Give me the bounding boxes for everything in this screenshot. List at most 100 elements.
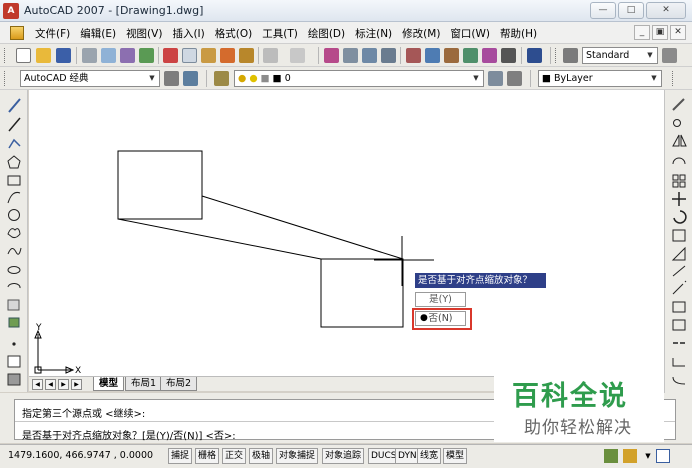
layer-combo[interactable]: ● ● ■ ■ 0 ▼ bbox=[234, 70, 484, 87]
ucs-x-label: X bbox=[75, 366, 81, 376]
lineweight-button[interactable]: 线宽 bbox=[417, 448, 442, 464]
text-style-icon[interactable] bbox=[563, 48, 578, 63]
doc-close-button[interactable]: ✕ bbox=[670, 25, 686, 40]
menu-item-5[interactable]: 工具(T) bbox=[257, 26, 303, 41]
menu-item-0[interactable]: 文件(F) bbox=[30, 26, 75, 41]
menu-item-1[interactable]: 编辑(E) bbox=[75, 26, 121, 41]
ortho-button[interactable]: 正交 bbox=[222, 448, 247, 464]
3d-dwf-icon[interactable] bbox=[139, 48, 154, 63]
save-icon[interactable] bbox=[56, 48, 71, 63]
zoom-previous-icon[interactable] bbox=[381, 48, 396, 63]
lock-toolbar-icon[interactable] bbox=[623, 449, 637, 463]
redo-icon[interactable] bbox=[290, 48, 305, 63]
doc-minimize-button[interactable]: _ bbox=[634, 25, 650, 40]
drawing-canvas[interactable]: Y X bbox=[29, 90, 664, 376]
text-style-combo[interactable]: Standard ▼ bbox=[582, 47, 658, 64]
dimension-style-icon[interactable] bbox=[662, 48, 677, 63]
snap-button[interactable]: 捕捉 bbox=[168, 448, 193, 464]
make-current-layer-icon[interactable] bbox=[488, 71, 503, 86]
previous-tab-icon[interactable]: ◀ bbox=[45, 379, 56, 390]
text-style-value: Standard bbox=[586, 50, 630, 61]
polar-button[interactable]: 极轴 bbox=[249, 448, 274, 464]
save-workspace-icon[interactable] bbox=[183, 71, 198, 86]
comm-center-icon[interactable] bbox=[604, 449, 618, 463]
zoom-window-icon[interactable] bbox=[362, 48, 377, 63]
copy-icon[interactable] bbox=[182, 48, 197, 63]
menu-item-4[interactable]: 格式(O) bbox=[210, 26, 257, 41]
undo-icon[interactable] bbox=[263, 48, 278, 63]
option-yes[interactable]: 是(Y) bbox=[415, 292, 466, 307]
toolbar-grip[interactable] bbox=[555, 48, 558, 63]
workspace-combo[interactable]: AutoCAD 经典 ▼ bbox=[20, 70, 160, 87]
first-tab-icon[interactable]: ◀ bbox=[32, 379, 43, 390]
tab-layout2[interactable]: 布局2 bbox=[160, 377, 198, 391]
polyline-icon bbox=[8, 138, 21, 149]
ellipse-arc-icon bbox=[7, 283, 21, 289]
source-rectangle bbox=[117, 150, 203, 220]
move-icon bbox=[672, 192, 686, 206]
plot-icon[interactable] bbox=[82, 48, 97, 63]
clean-screen-icon[interactable] bbox=[656, 449, 670, 463]
osnap-button[interactable]: 对象捕捉 bbox=[276, 448, 319, 464]
layer-previous-icon[interactable] bbox=[507, 71, 522, 86]
draw-toolbar bbox=[0, 90, 28, 392]
menu-item-3[interactable]: 插入(I) bbox=[167, 26, 209, 41]
block-editor-icon[interactable] bbox=[239, 48, 254, 63]
match-properties-icon[interactable] bbox=[220, 48, 235, 63]
bulb-icon: ● bbox=[238, 73, 247, 84]
menu-item-8[interactable]: 修改(M) bbox=[397, 26, 445, 41]
grid-button[interactable]: 栅格 bbox=[195, 448, 220, 464]
tab-model[interactable]: 模型 bbox=[93, 377, 125, 391]
cut-icon[interactable] bbox=[163, 48, 178, 63]
toolbar-grip[interactable] bbox=[672, 71, 675, 86]
publish-icon[interactable] bbox=[120, 48, 135, 63]
last-tab-icon[interactable]: ▶ bbox=[71, 379, 82, 390]
color-combo[interactable]: ■ ByLayer ▼ bbox=[538, 70, 662, 87]
toolbar-grip[interactable] bbox=[4, 71, 7, 86]
chevron-down-icon[interactable]: ▼ bbox=[644, 49, 656, 62]
make-block-icon bbox=[8, 317, 20, 328]
doc-restore-button[interactable]: ▣ bbox=[652, 25, 668, 40]
chevron-down-icon[interactable]: ▼ bbox=[146, 72, 158, 85]
maximize-button[interactable]: □ bbox=[618, 2, 644, 19]
document-icon[interactable] bbox=[10, 26, 24, 40]
menu-item-7[interactable]: 标注(N) bbox=[350, 26, 397, 41]
dyn-button[interactable]: DYN bbox=[395, 448, 420, 464]
properties-icon[interactable] bbox=[406, 48, 421, 63]
zoom-realtime-icon[interactable] bbox=[343, 48, 358, 63]
menu-item-6[interactable]: 绘图(D) bbox=[303, 26, 350, 41]
mirror-icon bbox=[672, 134, 687, 147]
menu-item-10[interactable]: 帮助(H) bbox=[495, 26, 542, 41]
toolbar-grip[interactable] bbox=[4, 48, 7, 63]
tool-palettes-icon[interactable] bbox=[444, 48, 459, 63]
drawing-geometry: Y X bbox=[34, 150, 434, 376]
layer-manager-icon[interactable] bbox=[214, 71, 229, 86]
tab-layout1[interactable]: 布局1 bbox=[125, 377, 163, 391]
help-icon[interactable] bbox=[527, 48, 542, 63]
model-space-button[interactable]: 模型 bbox=[443, 448, 468, 464]
plot-preview-icon[interactable] bbox=[101, 48, 116, 63]
next-tab-icon[interactable]: ▶ bbox=[58, 379, 69, 390]
command-prompt-line[interactable]: 是否基于对齐点缩放对象？[是(Y)/否(N)] <否>: bbox=[22, 427, 236, 442]
calculator-icon[interactable] bbox=[501, 48, 516, 63]
chevron-down-icon[interactable]: ▼ bbox=[648, 72, 660, 85]
status-menu-chevron-icon[interactable]: ▼ bbox=[641, 449, 655, 463]
connecting-line-upper bbox=[201, 195, 404, 260]
workspace-value: AutoCAD 经典 bbox=[24, 73, 89, 84]
chevron-down-icon[interactable]: ▼ bbox=[470, 72, 482, 85]
close-button[interactable]: ✕ bbox=[646, 2, 686, 19]
sheet-set-icon[interactable] bbox=[463, 48, 478, 63]
otrack-button[interactable]: 对象追踪 bbox=[322, 448, 365, 464]
workspace-settings-icon[interactable] bbox=[164, 71, 179, 86]
autocad-app-icon[interactable]: A bbox=[3, 3, 19, 19]
pan-icon[interactable] bbox=[324, 48, 339, 63]
markup-icon[interactable] bbox=[482, 48, 497, 63]
paste-icon[interactable] bbox=[201, 48, 216, 63]
new-file-icon[interactable] bbox=[16, 48, 31, 63]
menu-item-9[interactable]: 窗口(W) bbox=[445, 26, 495, 41]
minimize-button[interactable]: — bbox=[590, 2, 616, 19]
cursor-coordinates[interactable]: 1479.1600, 466.9747 , 0.0000 bbox=[8, 450, 153, 461]
design-center-icon[interactable] bbox=[425, 48, 440, 63]
menu-item-2[interactable]: 视图(V) bbox=[121, 26, 167, 41]
open-file-icon[interactable] bbox=[36, 48, 51, 63]
